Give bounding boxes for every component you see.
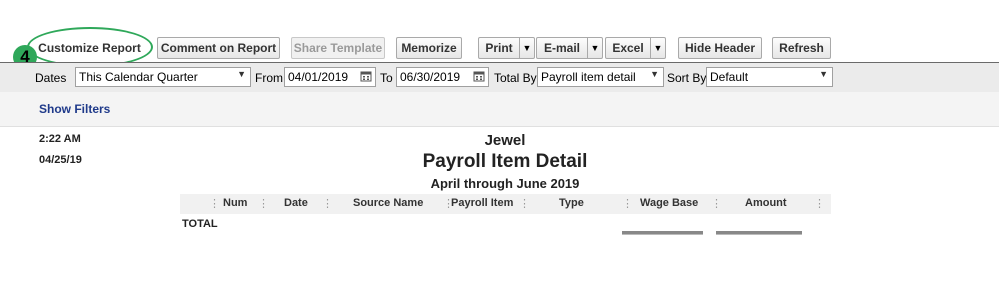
email-split-button[interactable]: E-mail ▼ [536, 37, 603, 59]
column-num[interactable]: Num [223, 197, 247, 209]
show-filters-link[interactable]: Show Filters [39, 102, 110, 116]
column-payroll-item[interactable]: Payroll Item [451, 197, 513, 209]
email-button[interactable]: E-mail [536, 37, 588, 59]
column-separator: ⋮ [258, 198, 269, 210]
total-by-value: Payroll item detail [541, 70, 636, 84]
dropdown-arrow-icon: ▼ [650, 69, 659, 79]
report-period: April through June 2019 [430, 176, 580, 191]
hide-header-label: Hide Header [684, 41, 756, 55]
excel-label: Excel [612, 41, 644, 55]
print-dropdown-icon[interactable]: ▼ [520, 37, 535, 59]
column-amount[interactable]: Amount [745, 197, 787, 209]
print-button[interactable]: Print [478, 37, 520, 59]
from-date-value: 04/01/2019 [288, 70, 349, 84]
print-label: Print [485, 41, 513, 55]
calendar-icon[interactable] [360, 70, 372, 82]
show-filters-bar: Show Filters [0, 92, 999, 127]
to-date-field[interactable]: 06/30/2019 [396, 67, 489, 87]
filter-bar: Dates This Calendar Quarter ▼ From 04/01… [0, 62, 999, 93]
to-label: To [380, 71, 393, 85]
dates-select-value: This Calendar Quarter [79, 70, 198, 84]
total-row-label: TOTAL [182, 218, 218, 230]
share-template-button[interactable]: Share Template [291, 37, 385, 59]
dropdown-arrow-icon: ▼ [819, 69, 828, 79]
memorize-label: Memorize [401, 41, 457, 55]
excel-split-button[interactable]: Excel ▼ [605, 37, 666, 59]
total-by-label: Total By [494, 71, 537, 85]
dates-label: Dates [35, 71, 67, 85]
dropdown-arrow-icon: ▼ [237, 69, 246, 79]
column-source-name[interactable]: Source Name [353, 197, 423, 209]
from-label: From [255, 71, 283, 85]
sort-by-select[interactable]: Default ▼ [706, 67, 833, 87]
excel-button[interactable]: Excel [605, 37, 651, 59]
amount-total-underline [716, 231, 802, 235]
to-date-value: 06/30/2019 [400, 70, 461, 84]
refresh-button[interactable]: Refresh [772, 37, 831, 59]
column-separator: ⋮ [814, 198, 825, 210]
email-label: E-mail [543, 41, 580, 55]
column-wage-base[interactable]: Wage Base [640, 197, 698, 209]
memorize-button[interactable]: Memorize [396, 37, 462, 59]
print-split-button[interactable]: Print ▼ [478, 37, 535, 59]
total-by-select[interactable]: Payroll item detail ▼ [537, 67, 664, 87]
company-name: Jewel [484, 132, 526, 149]
comment-on-report-button[interactable]: Comment on Report [157, 37, 280, 59]
hide-header-button[interactable]: Hide Header [678, 37, 762, 59]
from-date-field[interactable]: 04/01/2019 [284, 67, 376, 87]
column-separator: ⋮ [622, 198, 633, 210]
column-separator: ⋮ [322, 198, 333, 210]
report-title: Payroll Item Detail [422, 151, 588, 172]
column-separator: ⋮ [209, 198, 220, 210]
column-separator: ⋮ [519, 198, 530, 210]
refresh-label: Refresh [779, 41, 824, 55]
calendar-icon[interactable] [473, 70, 485, 82]
excel-dropdown-icon[interactable]: ▼ [651, 37, 666, 59]
column-date[interactable]: Date [284, 197, 308, 209]
sort-by-label: Sort By [667, 71, 707, 85]
email-dropdown-icon[interactable]: ▼ [588, 37, 603, 59]
share-template-label: Share Template [293, 41, 383, 55]
report-time: 2:22 AM [39, 133, 81, 145]
column-type[interactable]: Type [559, 197, 584, 209]
wage-base-total-underline [622, 231, 703, 235]
column-header-row: ⋮ Num ⋮ Date ⋮ Source Name ⋮ Payroll Ite… [180, 194, 831, 214]
report-date: 04/25/19 [39, 154, 82, 166]
dates-select[interactable]: This Calendar Quarter ▼ [75, 67, 251, 87]
column-separator: ⋮ [711, 198, 722, 210]
sort-by-value: Default [710, 70, 749, 84]
highlight-ellipse [27, 27, 153, 67]
comment-on-report-label: Comment on Report [160, 41, 277, 55]
